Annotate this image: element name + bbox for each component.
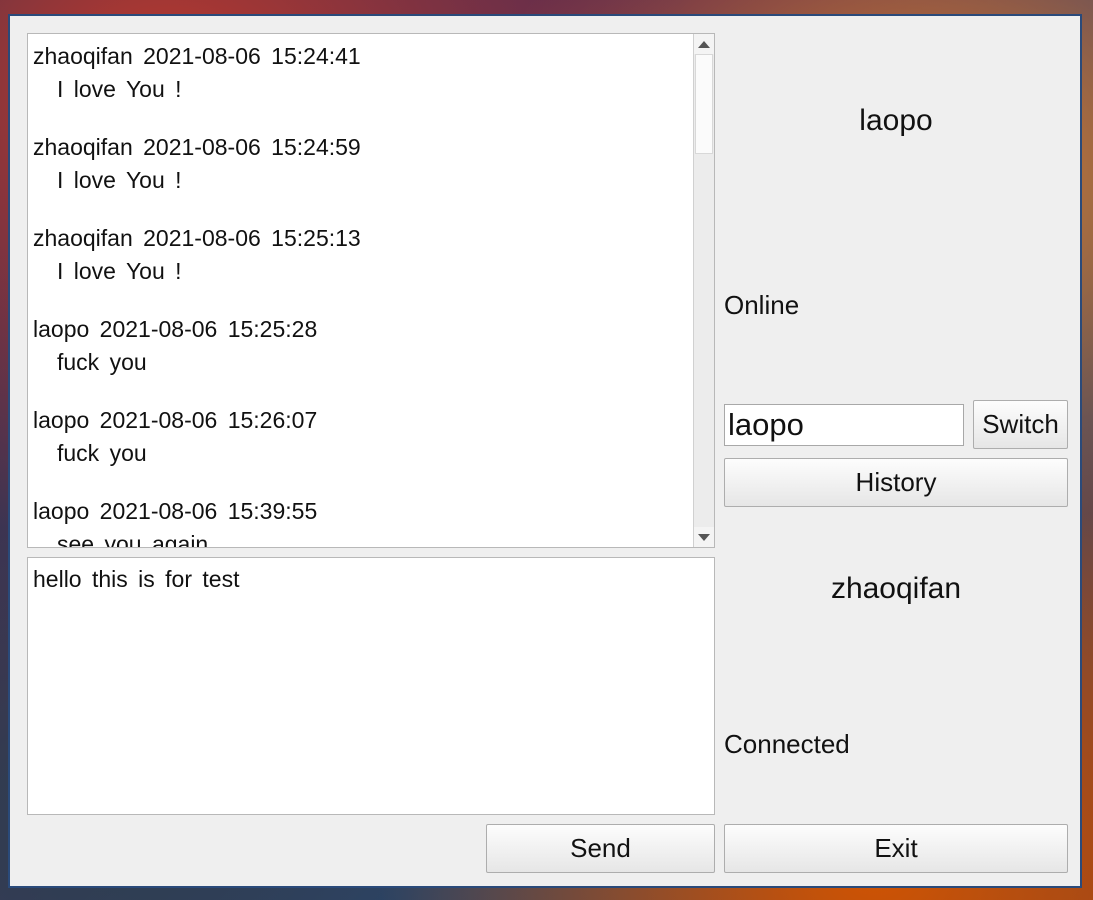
message-input[interactable]: hello this is for test (27, 557, 715, 815)
message-item: zhaoqifan 2021-08-06 15:24:41 I love You… (33, 40, 690, 106)
connection-status: Connected (724, 729, 850, 759)
history-button[interactable]: History (724, 458, 1068, 507)
message-body: fuck you (57, 349, 147, 375)
message-body: I love You ! (57, 167, 182, 193)
self-name: zhaoqifan (830, 572, 962, 605)
triangle-down-icon (698, 533, 710, 541)
scroll-thumb[interactable] (695, 54, 713, 154)
triangle-up-icon (698, 40, 710, 48)
exit-button[interactable]: Exit (724, 824, 1068, 873)
message-item: zhaoqifan 2021-08-06 15:25:13 I love You… (33, 222, 690, 288)
send-button[interactable]: Send (486, 824, 715, 873)
peer-status: Online (724, 290, 800, 320)
message-header: laopo 2021-08-06 15:39:55 (33, 498, 318, 524)
message-header: zhaoqifan 2021-08-06 15:24:59 (33, 134, 361, 160)
scroll-down-button[interactable] (694, 527, 714, 547)
message-item: zhaoqifan 2021-08-06 15:24:59 I love You… (33, 131, 690, 197)
contact-input[interactable]: laopo (724, 404, 964, 446)
message-item: laopo 2021-08-06 15:25:28 fuck you (33, 313, 690, 379)
message-body: fuck you (57, 440, 147, 466)
message-header: zhaoqifan 2021-08-06 15:24:41 (33, 43, 361, 69)
chat-scrollbar[interactable] (693, 34, 714, 547)
scroll-up-button[interactable] (694, 34, 714, 54)
message-body: I love You ! (57, 258, 182, 284)
message-header: zhaoqifan 2021-08-06 15:25:13 (33, 225, 361, 251)
message-item: laopo 2021-08-06 15:26:07 fuck you (33, 404, 690, 470)
chat-log[interactable]: zhaoqifan 2021-08-06 15:24:41 I love You… (27, 33, 715, 548)
message-header: laopo 2021-08-06 15:25:28 (33, 316, 318, 342)
message-item: laopo 2021-08-06 15:39:55 see you again (33, 495, 690, 547)
message-body: see you again (57, 531, 209, 547)
message-header: laopo 2021-08-06 15:26:07 (33, 407, 318, 433)
peer-name: laopo (859, 104, 933, 137)
switch-button[interactable]: Switch (973, 400, 1068, 449)
message-body: I love You ! (57, 76, 182, 102)
chat-messages: zhaoqifan 2021-08-06 15:24:41 I love You… (33, 40, 690, 547)
chat-window: zhaoqifan 2021-08-06 15:24:41 I love You… (8, 14, 1082, 888)
